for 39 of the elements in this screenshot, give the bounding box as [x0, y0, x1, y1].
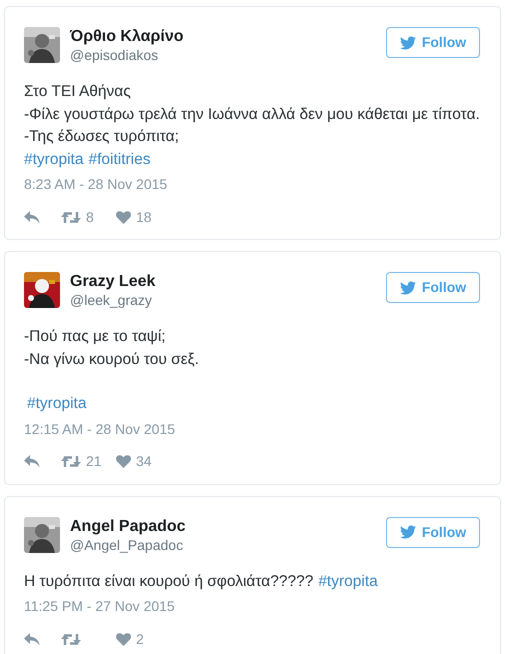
tweet-text: -Πού πας με το ταψί;: [24, 327, 166, 347]
like-count: 18: [136, 208, 152, 226]
author-handle[interactable]: @episodiakos: [70, 47, 386, 64]
retweet-count: 21: [86, 452, 102, 471]
author-name[interactable]: Angel Papadoc: [70, 516, 386, 536]
follow-button[interactable]: Follow: [386, 516, 480, 548]
tweet-text: Η τυρόπιτα είναι κουρού ή σφολιάτα?????: [24, 572, 314, 592]
author-name[interactable]: Grazy Leek: [70, 272, 386, 292]
tweet-text: -Φίλε γουστάρω τρελά την Ιωάννα αλλά δεν μου κάθεται με τίποτα.: [24, 104, 480, 124]
retweet-count: 8: [86, 208, 94, 226]
heart-icon[interactable]: [116, 210, 131, 224]
follow-button[interactable]: Follow: [386, 272, 480, 303]
timestamp[interactable]: 12:15 AM - 28 Nov 2015: [24, 420, 175, 436]
retweet-icon[interactable]: [61, 455, 81, 468]
bird-icon: [400, 34, 416, 50]
author-handle[interactable]: @Angel_Papadoc: [70, 536, 386, 554]
author-name[interactable]: Όρθιο Κλαρίνο: [70, 27, 386, 47]
bird-icon: [400, 524, 416, 540]
timestamp[interactable]: 8:23 AM - 28 Nov 2015: [24, 176, 168, 192]
like-count: 34: [136, 452, 152, 471]
follow-button[interactable]: Follow: [386, 27, 480, 58]
reply-icon[interactable]: [24, 632, 40, 646]
retweet-icon[interactable]: [61, 632, 81, 646]
reply-icon[interactable]: [24, 455, 40, 468]
heart-icon[interactable]: [116, 455, 131, 468]
reply-icon[interactable]: [24, 210, 40, 224]
retweet-icon[interactable]: [61, 210, 81, 224]
hashtag-link[interactable]: #tyropita: [24, 148, 84, 171]
tweet-text: -Να γίνω κουρού του σεξ.: [24, 350, 199, 370]
like-count: 2: [136, 630, 144, 648]
bird-icon: [400, 280, 416, 296]
timestamp[interactable]: 11:25 PM - 27 Nov 2015: [24, 598, 175, 614]
hashtag-link[interactable]: #foititries: [88, 148, 150, 171]
author-handle[interactable]: @leek_grazy: [70, 292, 386, 309]
tweet-text: Στο ΤΕΙ Αθήνας: [24, 82, 131, 102]
hashtag-link[interactable]: #tyropita: [27, 393, 86, 416]
hashtag-link[interactable]: #tyropita: [318, 570, 378, 593]
heart-icon[interactable]: [116, 632, 131, 646]
tweet-text: -Της έδωσες τυρόπιτα;: [24, 127, 179, 147]
